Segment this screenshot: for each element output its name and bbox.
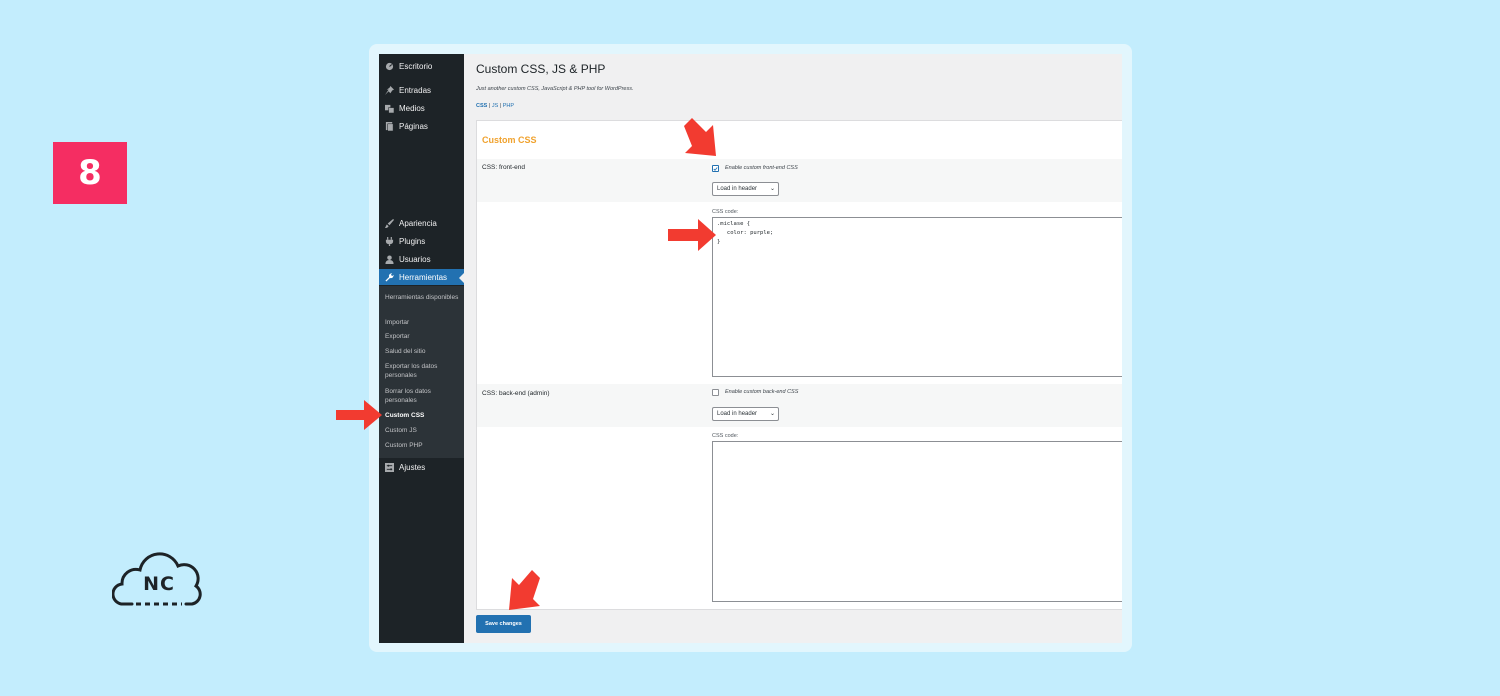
js-link[interactable]: JS: [492, 103, 498, 109]
arrow-right-icon: [668, 219, 716, 251]
chevron-down-icon: ⌄: [769, 186, 775, 192]
admin-sidebar: Escritorio Entradas Medios Páginas Apari…: [379, 54, 464, 643]
arrow-down-left-icon: [509, 570, 540, 610]
sidebar-item-entradas[interactable]: Entradas: [379, 82, 464, 98]
sidebar-item-label: Apariencia: [399, 218, 437, 228]
frontend-label: CSS: front-end: [482, 164, 525, 171]
brush-icon: [384, 218, 394, 228]
frontend-checkbox-label: Enable custom front-end CSS: [725, 165, 798, 171]
sidebar-item-ajustes[interactable]: Ajustes: [379, 459, 464, 475]
frontend-enable-checkbox[interactable]: [712, 165, 719, 172]
user-icon: [384, 254, 394, 264]
sidebar-item-label: Usuarios: [399, 254, 431, 264]
sidebar-item-label: Ajustes: [399, 462, 426, 472]
backend-css-editor[interactable]: [712, 441, 1122, 602]
frontend-css-editor[interactable]: .miclase { color: purple; }: [712, 217, 1122, 377]
pin-icon: [384, 85, 394, 95]
sidebar-item-label: Páginas: [399, 121, 428, 131]
frontend-row: [477, 159, 1122, 178]
sidebar-item-herramientas[interactable]: Herramientas: [379, 269, 464, 285]
submenu-item-custom-css[interactable]: Custom CSS: [385, 411, 461, 420]
submenu-item-custom-php[interactable]: Custom PHP: [385, 441, 461, 450]
submenu-item-importar[interactable]: Importar: [385, 318, 461, 327]
link-separator: |: [488, 103, 491, 109]
frontend-load-select[interactable]: Load in header ⌄: [712, 182, 779, 196]
select-value: Load in header: [717, 411, 758, 417]
backend-row: [477, 384, 1122, 403]
language-links: CSS | JS | PHP: [476, 103, 514, 109]
dashboard-icon: [384, 61, 394, 71]
sidebar-item-escritorio[interactable]: Escritorio: [379, 58, 464, 74]
checkmark-icon: [713, 166, 718, 171]
submenu-item-exportar[interactable]: Exportar: [385, 332, 461, 341]
save-changes-button[interactable]: Save changes: [476, 615, 531, 633]
select-value: Load in header: [717, 186, 758, 192]
wrench-icon: [384, 272, 394, 282]
backend-checkbox-label: Enable custom back-end CSS: [725, 389, 799, 395]
plugin-icon: [384, 236, 394, 246]
custom-css-panel: Custom CSS CSS: front-end Enable custom …: [476, 120, 1122, 610]
submenu-item-exportar-datos[interactable]: Exportar los datos personales: [385, 362, 461, 380]
frontend-code-label: CSS code:: [712, 209, 739, 215]
sidebar-item-paginas[interactable]: Páginas: [379, 118, 464, 134]
sidebar-item-plugins[interactable]: Plugins: [379, 233, 464, 249]
pages-icon: [384, 121, 394, 131]
css-link[interactable]: CSS: [476, 103, 487, 109]
backend-code-label: CSS code:: [712, 433, 739, 439]
link-separator: |: [499, 103, 502, 109]
submenu-item-custom-js[interactable]: Custom JS: [385, 426, 461, 435]
frontend-select-row: [477, 178, 1122, 202]
submenu-item-salud-del-sitio[interactable]: Salud del sitio: [385, 347, 461, 356]
nc-cloud-logo: NC: [111, 548, 206, 610]
settings-icon: [384, 462, 394, 472]
backend-load-select[interactable]: Load in header ⌄: [712, 407, 779, 421]
php-link[interactable]: PHP: [503, 103, 514, 109]
backend-label: CSS: back-end (admin): [482, 390, 550, 397]
herramientas-submenu: Herramientas disponibles Importar Export…: [379, 286, 464, 458]
main-content: Custom CSS, JS & PHP Just another custom…: [464, 54, 1122, 643]
sidebar-item-label: Escritorio: [399, 61, 433, 71]
arrow-right-icon: [336, 400, 382, 430]
chevron-down-icon: ⌄: [769, 411, 775, 417]
step-number-badge: 8: [53, 142, 127, 204]
submenu-item-herramientas-disponibles[interactable]: Herramientas disponibles: [385, 293, 461, 302]
sidebar-item-label: Medios: [399, 103, 425, 113]
section-title: Custom CSS: [482, 135, 537, 145]
arrow-down-right-icon: [684, 118, 716, 156]
sidebar-item-label: Plugins: [399, 236, 426, 246]
backend-select-row: [477, 403, 1122, 427]
sidebar-item-label: Herramientas: [399, 272, 448, 282]
submenu-item-borrar-datos[interactable]: Borrar los datos personales: [385, 387, 461, 405]
logo-text: NC: [143, 573, 175, 595]
media-icon: [384, 103, 394, 113]
sidebar-item-apariencia[interactable]: Apariencia: [379, 215, 464, 231]
sidebar-item-medios[interactable]: Medios: [379, 100, 464, 116]
sidebar-item-usuarios[interactable]: Usuarios: [379, 251, 464, 267]
page-title: Custom CSS, JS & PHP: [476, 62, 606, 76]
page-description: Just another custom CSS, JavaScript & PH…: [476, 86, 634, 92]
sidebar-item-label: Entradas: [399, 85, 432, 95]
backend-enable-checkbox[interactable]: [712, 389, 719, 396]
wordpress-admin-screenshot: Escritorio Entradas Medios Páginas Apari…: [379, 54, 1122, 643]
